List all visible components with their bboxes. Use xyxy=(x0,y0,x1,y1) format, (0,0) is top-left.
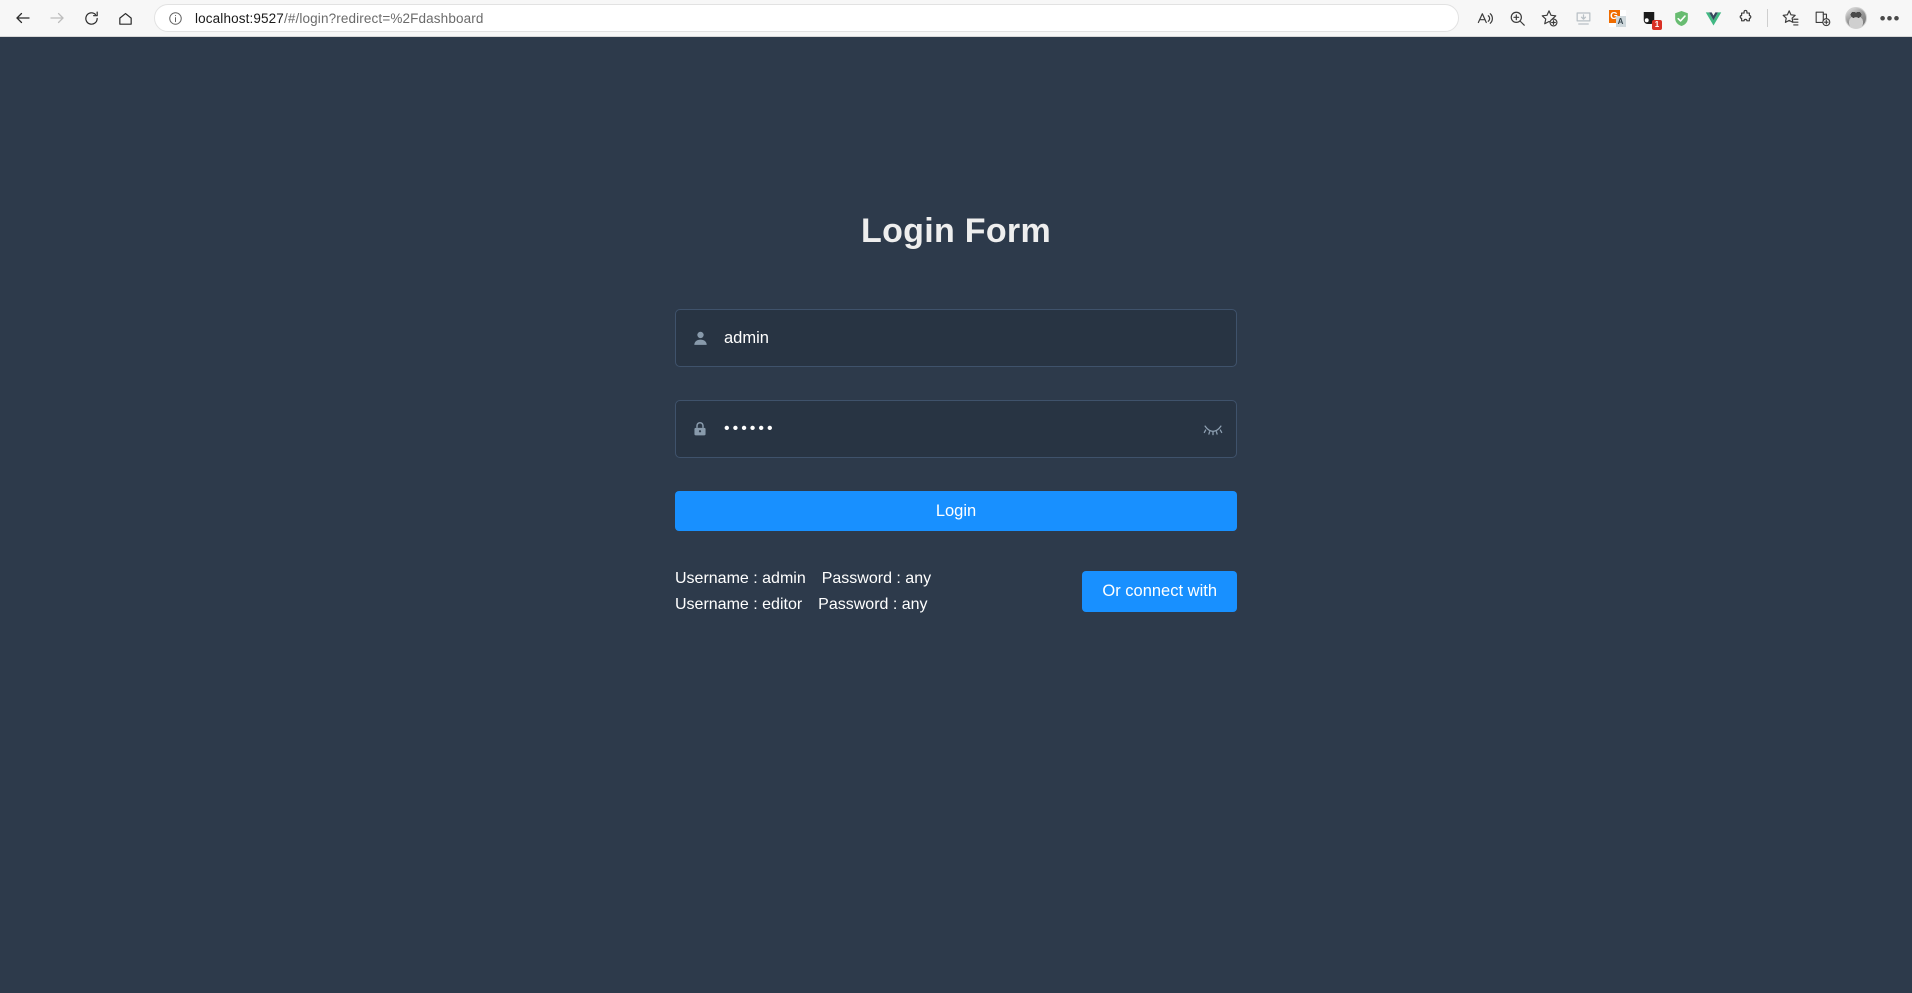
lock-icon xyxy=(676,420,724,438)
username-input[interactable] xyxy=(724,310,1236,366)
extensions-puzzle-icon xyxy=(1739,9,1751,21)
toolbar-divider xyxy=(1767,9,1768,27)
downloads-button[interactable] xyxy=(1565,3,1601,33)
google-translate-extension-icon: G A xyxy=(1608,9,1626,27)
refresh-icon xyxy=(84,11,98,25)
hint-username: Username : editor xyxy=(675,596,803,613)
credential-hints: Username : admin Password : any Username … xyxy=(675,564,931,618)
password-input[interactable] xyxy=(724,401,1190,457)
password-field[interactable] xyxy=(675,400,1237,458)
vue-devtools-icon xyxy=(1705,11,1721,25)
favorites-button[interactable] xyxy=(1774,3,1806,33)
login-form: Login Form admin •••••• Login Username:… xyxy=(675,212,1237,618)
google-translate-extension-button[interactable]: G A xyxy=(1601,3,1633,33)
settings-more-button[interactable]: ••• xyxy=(1874,3,1906,33)
add-favorite-button[interactable] xyxy=(1533,3,1565,33)
hint-line: Username : editor Password : any xyxy=(675,592,931,618)
site-info-icon[interactable] xyxy=(165,8,185,28)
hint-row: Username : admin Password : any Username … xyxy=(675,564,1237,618)
extension-badge-button[interactable]: 1 xyxy=(1633,3,1665,33)
forward-arrow-icon xyxy=(50,12,64,24)
hint-username: Username : admin xyxy=(675,570,806,587)
zoom-button[interactable] xyxy=(1501,3,1533,33)
page-title: Login Form xyxy=(861,212,1051,250)
adguard-shield-button[interactable] xyxy=(1665,3,1697,33)
vue-devtools-button[interactable] xyxy=(1697,3,1729,33)
back-arrow-icon xyxy=(16,12,30,24)
address-bar[interactable]: localhost:9527/#/login?redirect=%2Fdashb… xyxy=(154,4,1459,32)
avatar xyxy=(1845,7,1867,29)
hint-line: Username : admin Password : any xyxy=(675,566,931,592)
read-aloud-icon xyxy=(1477,12,1493,24)
browser-toolbar: localhost:9527/#/login?redirect=%2Fdashb… xyxy=(0,0,1912,37)
back-button[interactable] xyxy=(6,3,40,33)
favorites-icon xyxy=(1782,10,1799,26)
zoom-icon xyxy=(1510,11,1525,26)
extension-badge-count: 1 xyxy=(1652,20,1662,30)
adguard-shield-icon xyxy=(1674,10,1688,26)
or-connect-with-button[interactable]: Or connect with xyxy=(1082,571,1237,612)
toolbar-actions: G A 1 ••• xyxy=(1469,3,1906,33)
refresh-button[interactable] xyxy=(74,3,108,33)
extensions-button[interactable] xyxy=(1729,3,1761,33)
password-visibility-toggle[interactable] xyxy=(1190,422,1236,436)
username-field[interactable] xyxy=(675,309,1237,367)
home-button[interactable] xyxy=(108,3,142,33)
profile-button[interactable] xyxy=(1838,3,1874,33)
hint-password: Password : any xyxy=(818,596,928,613)
settings-more-icon: ••• xyxy=(1879,8,1901,28)
hint-password: Password : any xyxy=(821,570,932,587)
collections-icon xyxy=(1815,11,1830,26)
add-favorite-icon xyxy=(1541,10,1558,27)
user-icon xyxy=(676,329,724,348)
login-button[interactable]: Login xyxy=(675,491,1237,531)
url-text: localhost:9527/#/login?redirect=%2Fdashb… xyxy=(195,11,484,26)
home-icon xyxy=(118,12,132,25)
url-host: localhost:9527 xyxy=(195,10,284,26)
forward-button[interactable] xyxy=(40,3,74,33)
eye-invisible-icon xyxy=(1203,425,1223,436)
read-aloud-button[interactable] xyxy=(1469,3,1501,33)
downloads-icon xyxy=(1576,11,1590,25)
login-page: Login Form admin •••••• Login Username:… xyxy=(0,37,1912,993)
collections-button[interactable] xyxy=(1806,3,1838,33)
url-path: /#/login?redirect=%2Fdashboard xyxy=(283,10,484,26)
